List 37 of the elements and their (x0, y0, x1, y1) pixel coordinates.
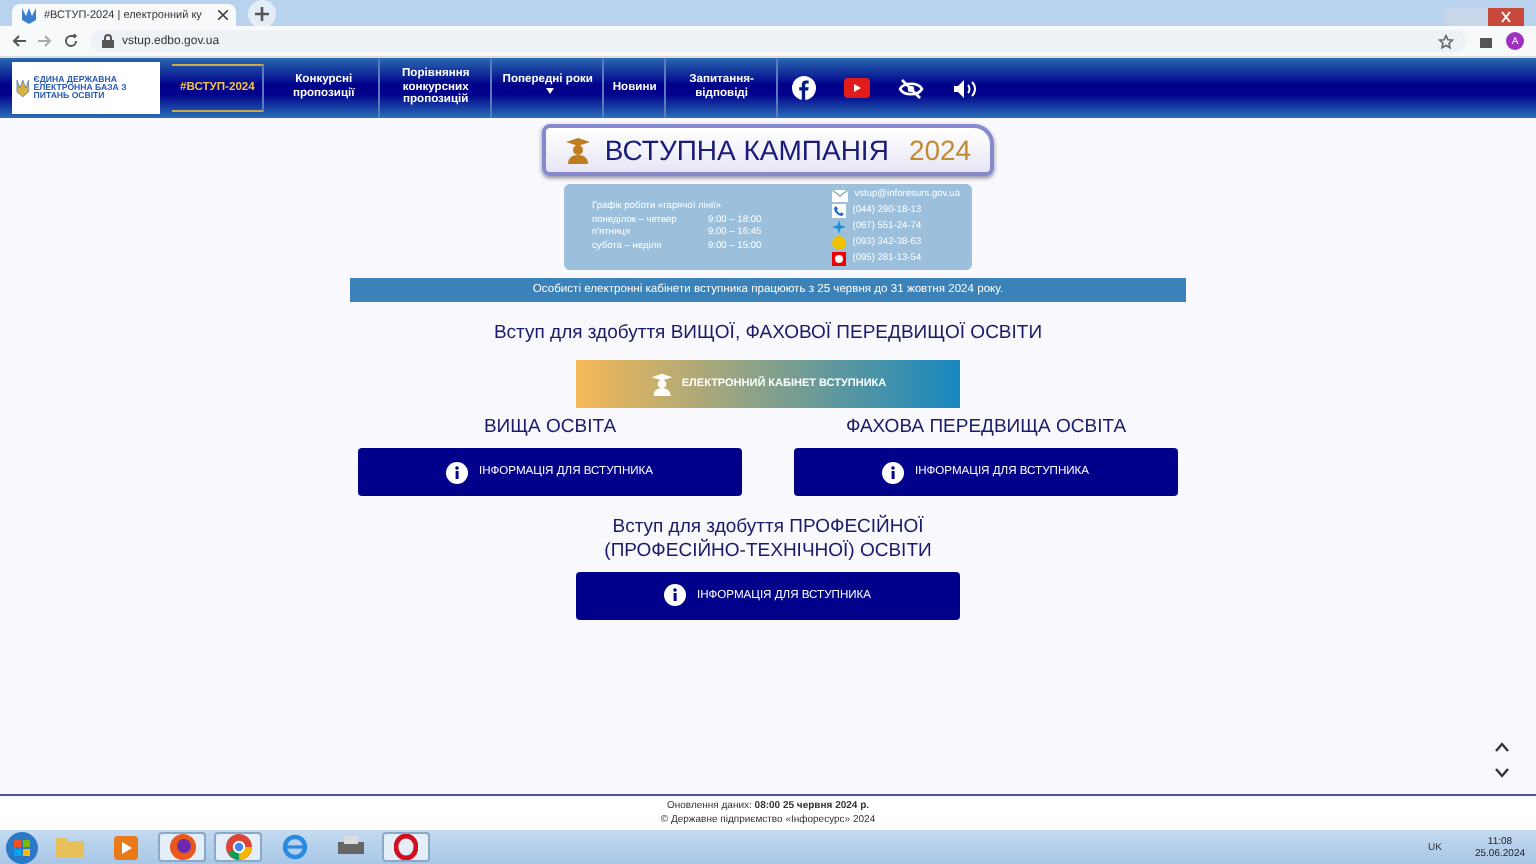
taskbar-button[interactable] (382, 832, 430, 862)
close-icon[interactable] (218, 10, 228, 20)
envelope-icon (832, 189, 849, 201)
banner-title: ВСТУПНА КАМПАНІЯ (604, 134, 889, 166)
printer-icon (337, 836, 363, 858)
facebook-icon[interactable] (792, 76, 817, 100)
lock-icon (102, 34, 114, 48)
folder-icon (56, 836, 84, 858)
eye-crossed-icon[interactable] (898, 77, 925, 99)
star-icon (832, 220, 847, 234)
taskbar-button[interactable] (214, 832, 262, 862)
chevron-down-icon[interactable] (1494, 768, 1510, 778)
start-button-icon[interactable] (6, 831, 38, 863)
section-heading: Вступ для здобуття ВИЩОЇ, ФАХОВОЇ ПЕРЕДВИЩОЇ ОСВІТИ (493, 322, 1043, 344)
youtube-icon[interactable] (844, 78, 871, 98)
bookmark-star-icon[interactable] (1438, 33, 1454, 49)
o-logo-icon (394, 834, 418, 860)
play-icon (114, 835, 138, 859)
section-heading: ФАХОВА ПЕРЕДВИЩА ОСВІТА (845, 416, 1127, 438)
e-logo-icon (281, 834, 307, 860)
new-tab-icon[interactable] (248, 0, 276, 27)
chevron-up-icon[interactable] (1494, 742, 1510, 752)
info-icon (446, 461, 469, 483)
graduate-icon (649, 372, 674, 396)
info-icon (664, 584, 687, 607)
graduate-icon (564, 136, 593, 164)
banner-year: 2024 (908, 134, 972, 166)
back-icon[interactable] (12, 34, 26, 48)
section-heading: Вступ для здобуття ПРОФЕСІЙНОЇ (ПРОФЕСІЙНО-ТЕХНІЧНОЇ) ОСВІТИ (604, 516, 932, 564)
taskbar-button[interactable] (158, 832, 206, 862)
section-heading: ВИЩА ОСВІТА (483, 416, 617, 438)
speaker-icon[interactable] (952, 77, 979, 99)
window-controls-icon[interactable] (1444, 8, 1524, 26)
phone-icon (832, 204, 847, 218)
reload-icon[interactable] (64, 34, 78, 48)
info-icon (882, 461, 905, 483)
browser-logo-icon (225, 834, 251, 860)
